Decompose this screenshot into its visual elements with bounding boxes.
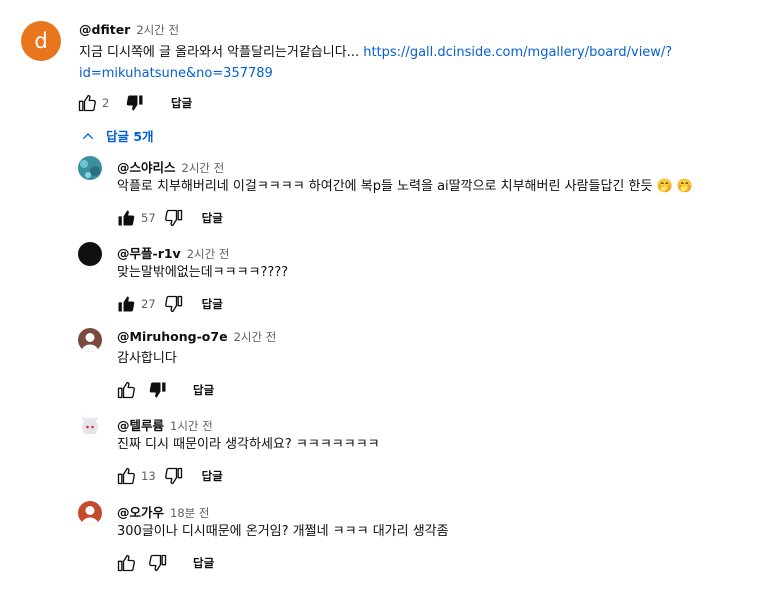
reply-comment: @오가우 18분 전 300글이나 디시때문에 온거임? 개쩔네 ㅋㅋㅋ 대가리 생… xyxy=(0,501,776,581)
replies-toggle[interactable]: 답글 5개 xyxy=(80,126,154,145)
comment-actions: 57 답글 xyxy=(115,206,223,230)
avatar[interactable] xyxy=(78,501,102,525)
timestamp[interactable]: 18분 전 xyxy=(170,505,209,521)
comment-actions: 답글 xyxy=(115,551,214,575)
thumbs-down-filled-icon xyxy=(149,382,166,398)
avatar[interactable] xyxy=(78,156,102,180)
avatar[interactable] xyxy=(78,328,102,352)
comment-body: 지금 디시쪽에 글 올라와서 악플달리는거같습니다... xyxy=(79,45,364,60)
author-row: @오가우 18분 전 xyxy=(117,502,209,521)
thumbs-up-icon xyxy=(78,94,96,112)
avatar-letter: d xyxy=(34,29,48,53)
avatar[interactable] xyxy=(78,242,102,266)
comment-actions: 2 답글 xyxy=(76,91,192,115)
thumbs-up-icon xyxy=(117,467,135,485)
chevron-up-icon xyxy=(82,132,94,139)
avatar-image xyxy=(78,242,102,266)
thumbs-down-filled-icon xyxy=(126,95,143,111)
thumbs-up-icon xyxy=(117,554,135,572)
reply-comment: @Miruhong-o7e 2시간 전감사합니다답글 xyxy=(0,328,776,408)
like-count: 2 xyxy=(102,96,110,110)
timestamp[interactable]: 1시간 전 xyxy=(170,418,213,434)
author-row: @스야리스 2시간 전 xyxy=(117,157,224,176)
like-button[interactable] xyxy=(115,293,137,315)
author-name[interactable]: @dfiter xyxy=(79,22,130,37)
like-count: 57 xyxy=(141,211,156,225)
reply-comment: @무플-r1v 2시간 전맞는말밖에없는데ㅋㅋㅋㅋ???? 27 답글 xyxy=(0,242,776,322)
dislike-button[interactable] xyxy=(124,92,146,114)
comment-text: 감사합니다 xyxy=(117,351,177,366)
author-row: @Miruhong-o7e 2시간 전 xyxy=(117,329,276,345)
thumbs-up-filled-icon xyxy=(118,296,135,312)
avatar-image xyxy=(78,156,102,180)
avatar-image xyxy=(78,501,102,525)
like-button[interactable] xyxy=(115,465,137,487)
dislike-button[interactable] xyxy=(163,207,185,229)
thumbs-down-icon xyxy=(164,467,182,485)
like-button[interactable] xyxy=(115,207,137,229)
author-row: @dfiter 2시간 전 xyxy=(79,22,179,38)
timestamp[interactable]: 2시간 전 xyxy=(187,246,230,262)
main-comment: d @dfiter 2시간 전 지금 디시쪽에 글 올라와서 악플달리는거같습니… xyxy=(0,20,776,120)
author-name[interactable]: @오가우 xyxy=(117,502,164,521)
reply-button[interactable]: 답글 xyxy=(193,382,214,398)
like-count: 13 xyxy=(141,469,156,483)
reply-button[interactable]: 답글 xyxy=(202,210,223,226)
avatar-image xyxy=(78,328,102,352)
avatar[interactable]: d xyxy=(21,21,61,61)
comment-link[interactable]: https://gall.dcinside.com/mgallery/board… xyxy=(363,45,672,60)
author-name[interactable]: @무플-r1v xyxy=(117,243,181,262)
dislike-button[interactable] xyxy=(163,465,185,487)
thumbs-down-icon xyxy=(164,209,182,227)
timestamp[interactable]: 2시간 전 xyxy=(234,329,277,345)
like-button[interactable] xyxy=(115,379,137,401)
author-name[interactable]: @스야리스 xyxy=(117,157,176,176)
thumbs-down-icon xyxy=(149,554,167,572)
reply-button[interactable]: 답글 xyxy=(171,95,192,111)
comment-actions: 27 답글 xyxy=(115,292,223,316)
comment-text: 300글이나 디시때문에 온거임? 개쩔네 ㅋㅋㅋ 대가리 생각좀 xyxy=(117,524,449,539)
reply-comment: @텔루륨 1시간 전진짜 디시 때문이라 생각하세요? ㅋㅋㅋㅋㅋㅋㅋ 13 답글 xyxy=(0,414,776,494)
author-row: @무플-r1v 2시간 전 xyxy=(117,243,229,262)
avatar[interactable] xyxy=(78,414,102,438)
reply-button[interactable]: 답글 xyxy=(193,555,214,571)
thumbs-down-icon xyxy=(164,295,182,313)
comment-link-continued[interactable]: id=mikuhatsune&no=357789 xyxy=(79,66,273,81)
like-button[interactable] xyxy=(76,92,98,114)
thumbs-up-icon xyxy=(117,381,135,399)
replies-toggle-label: 답글 5개 xyxy=(106,129,154,144)
comment-actions: 답글 xyxy=(115,378,214,402)
comment-actions: 13 답글 xyxy=(115,464,223,488)
author-name[interactable]: @Miruhong-o7e xyxy=(117,329,228,344)
reply-button[interactable]: 답글 xyxy=(202,296,223,312)
comment-text: 지금 디시쪽에 글 올라와서 악플달리는거같습니다... https://gal… xyxy=(79,42,672,84)
comment-text: 진짜 디시 때문이라 생각하세요? ㅋㅋㅋㅋㅋㅋㅋ xyxy=(117,437,380,452)
like-button[interactable] xyxy=(115,552,137,574)
thumbs-up-filled-icon xyxy=(118,210,135,226)
comment-text: 악플로 치부해버리네 이걸ㅋㅋㅋㅋ 하여간에 복p들 노력을 ai딸깍으로 치부… xyxy=(117,179,694,194)
author-row: @텔루륨 1시간 전 xyxy=(117,415,213,434)
dislike-button[interactable] xyxy=(147,379,169,401)
reply-comment: @스야리스 2시간 전악플로 치부해버리네 이걸ㅋㅋㅋㅋ 하여간에 복p들 노력을… xyxy=(0,156,776,236)
avatar-image xyxy=(78,414,102,438)
timestamp[interactable]: 2시간 전 xyxy=(136,22,179,38)
dislike-button[interactable] xyxy=(147,552,169,574)
comment-text: 맞는말밖에없는데ㅋㅋㅋㅋ???? xyxy=(117,265,289,280)
timestamp[interactable]: 2시간 전 xyxy=(182,160,225,176)
dislike-button[interactable] xyxy=(163,293,185,315)
reply-button[interactable]: 답글 xyxy=(202,468,223,484)
like-count: 27 xyxy=(141,297,156,311)
author-name[interactable]: @텔루륨 xyxy=(117,415,164,434)
